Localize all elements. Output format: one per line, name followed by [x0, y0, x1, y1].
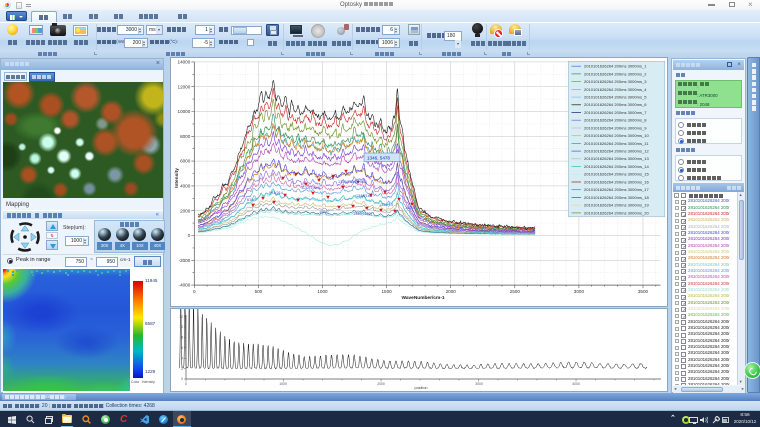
svg-text:2010101626264 200ms 3000ms_16: 2010101626264 200ms 3000ms_16 [584, 179, 650, 184]
svg-text:8: 8 [181, 336, 183, 340]
svg-text:2010101626264 200ms 3000ms_10: 2010101626264 200ms 3000ms_10 [584, 133, 650, 138]
svg-text:616(2: 616(2 [247, 198, 257, 202]
svg-text:2010101626264 200ms 3000ms_19: 2010101626264 200ms 3000ms_19 [584, 203, 650, 208]
svg-text:2010101626264 200ms 3000ms_17: 2010101626264 200ms 3000ms_17 [584, 187, 650, 192]
svg-text:position: position [414, 386, 427, 390]
svg-text:8000: 8000 [180, 134, 191, 139]
svg-text:3500: 3500 [638, 289, 649, 294]
svg-text:1348(186: 1348(186 [356, 194, 372, 198]
svg-text:2010101626264 200ms 3000ms_18: 2010101626264 200ms 3000ms_18 [584, 195, 650, 200]
svg-text:1500: 1500 [381, 289, 392, 294]
svg-text:0: 0 [188, 233, 191, 238]
svg-text:12000: 12000 [178, 84, 191, 89]
svg-text:0: 0 [193, 289, 196, 294]
svg-text:2000: 2000 [446, 289, 457, 294]
svg-text:991(214: 991(214 [269, 191, 283, 195]
svg-text:2010101626264 200ms 3000ms_14: 2010101626264 200ms 3000ms_14 [584, 164, 650, 169]
svg-text:0: 0 [185, 382, 187, 386]
svg-text:10: 10 [179, 325, 183, 329]
svg-text:2010101626264 200ms 3000ms_3: 2010101626264 200ms 3000ms_3 [584, 79, 647, 84]
svg-text:2010101626264 200ms 3000ms_13: 2010101626264 200ms 3000ms_13 [584, 156, 650, 161]
svg-text:Intensity: Intensity [174, 168, 180, 188]
svg-text:1348(2358(2984): 1348(2358(2984) [338, 180, 368, 184]
svg-text:-4000: -4000 [179, 283, 191, 288]
svg-text:2: 2 [181, 367, 183, 371]
svg-text:2010101626264 200ms 3000ms_9: 2010101626264 200ms 3000ms_9 [584, 125, 647, 130]
svg-text:2010101626264 200ms 3000ms_8: 2010101626264 200ms 3000ms_8 [584, 118, 647, 123]
svg-text:2010101626264 200ms 3000ms_20: 2010101626264 200ms 3000ms_20 [584, 210, 650, 215]
svg-text:1000: 1000 [317, 289, 328, 294]
svg-text:141(5: 141(5 [405, 206, 415, 210]
svg-text:2010101626264 200ms 3000ms_6: 2010101626264 200ms 3000ms_6 [584, 102, 647, 107]
svg-text:2010101626264 200ms 3000ms_4: 2010101626264 200ms 3000ms_4 [584, 87, 647, 92]
svg-text:0: 0 [181, 377, 183, 381]
svg-text:2010101626264 200ms 3000ms_15: 2010101626264 200ms 3000ms_15 [584, 172, 650, 177]
svg-text:2010101626264 200ms 3000ms_5: 2010101626264 200ms 3000ms_5 [584, 95, 647, 100]
svg-text:6000: 6000 [180, 159, 191, 164]
svg-text:1352(13: 1352(13 [379, 203, 393, 207]
svg-text:4000: 4000 [572, 382, 580, 386]
svg-text:-2000: -2000 [179, 258, 191, 263]
svg-text:1132(1964): 1132(1964) [301, 186, 321, 190]
svg-text:12: 12 [179, 315, 183, 319]
svg-text:3000: 3000 [574, 289, 585, 294]
svg-text:2010101626264 200ms 3000ms_12: 2010101626264 200ms 3000ms_12 [584, 149, 650, 154]
svg-text:2000: 2000 [180, 208, 191, 213]
svg-text:1004(: 1004( [319, 210, 329, 214]
svg-text:4000: 4000 [180, 184, 191, 189]
svg-text:500: 500 [255, 289, 263, 294]
svg-text:14000: 14000 [178, 60, 191, 65]
svg-text:WaveNumber/cm-1: WaveNumber/cm-1 [401, 295, 444, 301]
svg-text:2010101626264 200ms 3000ms_11: 2010101626264 200ms 3000ms_11 [584, 141, 649, 146]
svg-text:2500: 2500 [510, 289, 521, 294]
svg-text:3000: 3000 [475, 382, 483, 386]
svg-text:1346(1122): 1346(1122) [353, 212, 373, 216]
svg-text:2000: 2000 [377, 382, 385, 386]
svg-text:1000: 1000 [279, 382, 287, 386]
svg-text:4: 4 [181, 356, 183, 360]
svg-text:2010101626264 200ms 3000ms_2: 2010101626264 200ms 3000ms_2 [584, 71, 647, 76]
svg-text:2010101626264 200ms 3000ms_7: 2010101626264 200ms 3000ms_7 [584, 110, 647, 115]
svg-text:1346, 5478: 1346, 5478 [367, 155, 390, 160]
svg-text:6: 6 [181, 346, 183, 350]
svg-text:10000: 10000 [178, 109, 191, 114]
svg-text:2010101626264 200ms 3000ms_1: 2010101626264 200ms 3000ms_1 [584, 64, 647, 69]
